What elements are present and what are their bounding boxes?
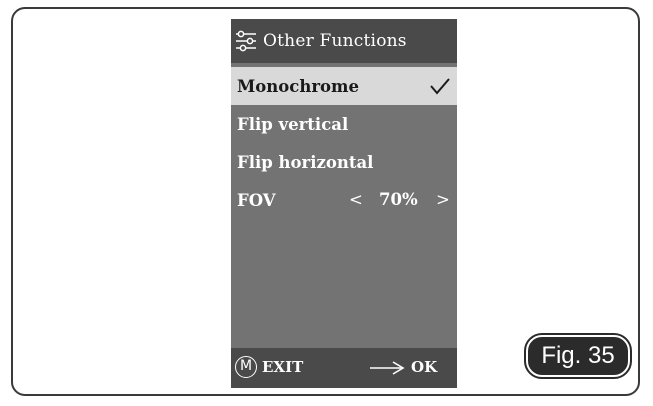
menu-item-label: Flip vertical bbox=[237, 114, 349, 134]
ok-label[interactable]: OK bbox=[411, 358, 437, 376]
fov-label: FOV bbox=[237, 190, 276, 210]
fov-increment-arrow[interactable]: > bbox=[436, 181, 450, 219]
fov-decrement-arrow[interactable]: < bbox=[349, 181, 363, 219]
menu-item-label: Monochrome bbox=[237, 76, 359, 96]
menu-item-label: Flip horizontal bbox=[237, 152, 374, 172]
screen-title: Other Functions bbox=[263, 31, 407, 51]
check-icon bbox=[430, 78, 450, 95]
menu-item-monochrome[interactable]: Monochrome bbox=[231, 67, 457, 105]
bottom-bar: M EXIT OK bbox=[231, 348, 457, 388]
function-menu: Monochrome Flip vertical Flip horizontal… bbox=[231, 67, 457, 219]
exit-label[interactable]: EXIT bbox=[262, 358, 303, 376]
arrow-right-icon bbox=[370, 361, 405, 375]
menu-key-icon[interactable]: M bbox=[235, 356, 257, 378]
device-screen: Other Functions Monochrome Flip vertical… bbox=[231, 19, 457, 388]
sliders-icon bbox=[236, 30, 256, 52]
menu-item-flip-vertical[interactable]: Flip vertical bbox=[231, 105, 457, 143]
menu-item-fov[interactable]: FOV < 70% > bbox=[231, 181, 457, 219]
fov-value: 70% bbox=[379, 190, 418, 209]
menu-item-flip-horizontal[interactable]: Flip horizontal bbox=[231, 143, 457, 181]
title-bar: Other Functions bbox=[231, 19, 457, 63]
figure-label: Fig. 35 bbox=[524, 333, 632, 379]
